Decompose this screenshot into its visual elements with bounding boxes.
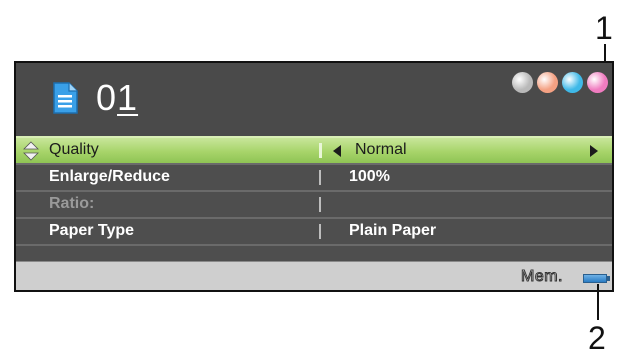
ink-dot-icon [587,72,608,93]
setting-row-paper-type[interactable]: Paper Type Plain Paper [16,217,612,244]
arrow-left-icon[interactable] [333,145,341,157]
memory-label: Mem. [521,268,564,286]
copies-digit-1: 0 [96,77,118,118]
document-icon [53,82,78,114]
separator [319,143,322,158]
setting-row-empty [16,244,612,261]
setting-label: Ratio: [49,195,95,212]
lcd-screen: 01 Quality Normal Enlarge/Reduce 100% Ra… [14,61,614,292]
callout-line-2 [597,284,599,320]
separator [319,170,321,185]
memory-battery-icon [583,274,610,283]
setting-label: Enlarge/Reduce [49,168,170,185]
status-bar: Mem. [16,261,612,290]
setting-row-ratio: Ratio: [16,190,612,217]
callout-number-2: 2 [588,320,606,356]
copies-digit-2: 1 [117,77,139,118]
up-down-arrows-icon [23,141,39,161]
separator [319,197,321,212]
setting-row-quality[interactable]: Quality Normal [16,136,612,163]
separator [319,224,321,239]
ink-level-indicator [512,72,608,96]
callout-number-1: 1 [595,10,613,46]
setting-label: Paper Type [49,222,135,239]
ink-dot-icon [512,72,533,93]
ink-dot-icon [537,72,558,93]
number-of-copies[interactable]: 01 [96,80,138,116]
arrow-right-icon[interactable] [590,145,598,157]
ink-dot-icon [562,72,583,93]
setting-row-enlarge-reduce[interactable]: Enlarge/Reduce 100% [16,163,612,190]
setting-value: Plain Paper [349,222,437,239]
setting-label: Quality [49,141,99,158]
setting-value: 100% [349,168,390,185]
title-bar: 01 [16,63,612,136]
setting-value: Normal [355,141,407,158]
